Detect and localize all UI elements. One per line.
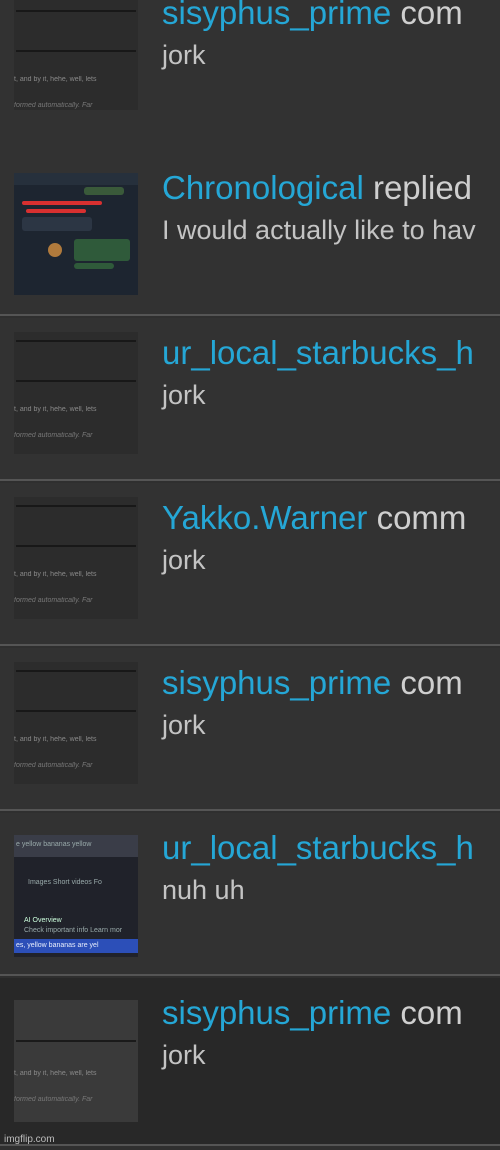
thumbnail-text: AI Overview	[24, 917, 62, 924]
thumbnail-text: formed automatically. Far	[14, 597, 93, 604]
thumbnail-text: t, and by it, hehe, well, lets	[14, 1070, 97, 1077]
notification-item[interactable]: t, and by it, hehe, well, lets formed au…	[0, 483, 500, 646]
notification-item[interactable]: t, and by it, hehe, well, lets formed au…	[0, 318, 500, 481]
notification-content: Yakko.Warner comm jork	[162, 499, 500, 577]
action-text: comm	[367, 499, 467, 536]
thumbnail-text: formed automatically. Far	[14, 432, 93, 439]
notification-header: sisyphus_prime com	[162, 664, 500, 702]
comment-text: nuh uh	[162, 875, 245, 905]
imgflip-watermark: imgflip.com	[4, 1134, 55, 1145]
notification-content: sisyphus_prime com jork	[162, 994, 500, 1072]
username-link[interactable]: sisyphus_prime	[162, 0, 391, 31]
thumbnail-text: formed automatically. Far	[14, 762, 93, 769]
comment-text: jork	[162, 710, 206, 740]
thumbnail[interactable]: t, and by it, hehe, well, lets formed au…	[14, 332, 138, 454]
thumbnail-text: Check important info Learn mor	[24, 927, 123, 934]
thumbnail-text: e yellow bananas yellow	[16, 841, 92, 848]
thumbnail-text: t, and by it, hehe, well, lets	[14, 406, 97, 413]
notification-header: Chronological replied	[162, 169, 500, 207]
thumbnail[interactable]: t, and by it, hehe, well, lets formed au…	[14, 1000, 138, 1122]
thumbnail[interactable]: e yellow bananas yellow Images Short vid…	[14, 835, 138, 957]
thumbnail[interactable]: t, and by it, hehe, well, lets formed au…	[14, 0, 138, 110]
comment-text: jork	[162, 40, 206, 70]
username-link[interactable]: Chronological	[162, 169, 364, 206]
notification-header: sisyphus_prime com	[162, 994, 500, 1032]
notification-header: ur_local_starbucks_h	[162, 829, 500, 867]
action-text: com	[391, 0, 463, 31]
action-text: com	[391, 664, 463, 701]
notification-item[interactable]: t, and by it, hehe, well, lets formed au…	[0, 978, 500, 1146]
thumbnail-text: Images Short videos Fo	[28, 879, 102, 886]
thumbnail-text: es, yellow bananas are yel	[16, 942, 99, 949]
username-link[interactable]: Yakko.Warner	[162, 499, 367, 536]
username-link[interactable]: sisyphus_prime	[162, 664, 391, 701]
notification-header: Yakko.Warner comm	[162, 499, 500, 537]
comment-text: jork	[162, 1040, 206, 1070]
notification-item[interactable]: t, and by it, hehe, well, lets formed au…	[0, 0, 500, 163]
notification-list: t, and by it, hehe, well, lets formed au…	[0, 0, 500, 1150]
notification-header: sisyphus_prime com	[162, 0, 500, 32]
username-link[interactable]: sisyphus_prime	[162, 994, 391, 1031]
thumbnail-text: t, and by it, hehe, well, lets	[14, 76, 97, 83]
notification-content: ur_local_starbucks_h jork	[162, 334, 500, 412]
action-text: com	[391, 994, 463, 1031]
thumbnail[interactable]: t, and by it, hehe, well, lets formed au…	[14, 497, 138, 619]
comment-text: jork	[162, 545, 206, 575]
username-link[interactable]: ur_local_starbucks_h	[162, 829, 474, 866]
username-link[interactable]: ur_local_starbucks_h	[162, 334, 474, 371]
comment-text: I would actually like to hav	[162, 215, 476, 245]
notification-content: Chronological replied I would actually l…	[162, 169, 500, 247]
notification-header: ur_local_starbucks_h	[162, 334, 500, 372]
thumbnail-text: t, and by it, hehe, well, lets	[14, 571, 97, 578]
notification-item[interactable]: e yellow bananas yellow Images Short vid…	[0, 813, 500, 976]
thumbnail-text: t, and by it, hehe, well, lets	[14, 736, 97, 743]
notification-content: sisyphus_prime com jork	[162, 0, 500, 72]
thumbnail-text: formed automatically. Far	[14, 102, 93, 109]
notification-item[interactable]: Chronological replied I would actually l…	[0, 153, 500, 316]
comment-text: jork	[162, 380, 206, 410]
action-text: replied	[363, 169, 473, 206]
thumbnail[interactable]	[14, 173, 138, 295]
thumbnail-text: formed automatically. Far	[14, 1096, 93, 1103]
notification-item[interactable]: t, and by it, hehe, well, lets formed au…	[0, 648, 500, 811]
notification-content: sisyphus_prime com jork	[162, 664, 500, 742]
thumbnail[interactable]: t, and by it, hehe, well, lets formed au…	[14, 662, 138, 784]
notification-content: ur_local_starbucks_h nuh uh	[162, 829, 500, 907]
